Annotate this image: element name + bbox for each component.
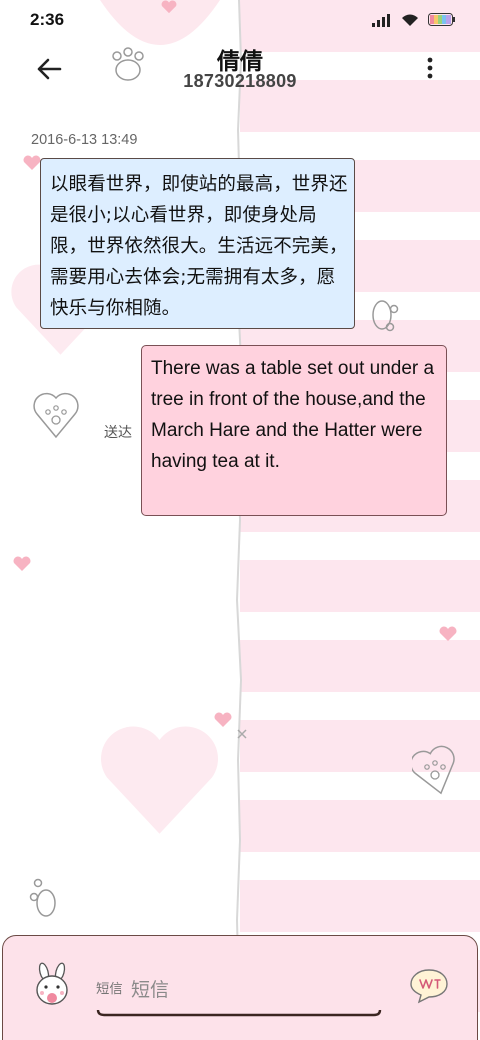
bunny-emoji-icon[interactable] — [30, 962, 74, 1010]
wifi-icon — [402, 14, 418, 26]
delivery-status: 送达 — [104, 425, 132, 441]
heart-decoration-icon — [23, 155, 41, 170]
paw-heart-icon — [33, 392, 79, 439]
paw-print-icon — [29, 878, 56, 917]
background-stripes — [240, 0, 480, 1040]
status-bar: 2:36 — [0, 0, 480, 40]
heart-decoration-icon — [13, 556, 31, 571]
more-options-button[interactable] — [420, 56, 440, 82]
battery-icon — [428, 13, 455, 26]
message-input-placeholder: 短信 — [131, 979, 170, 1001]
signal-icon — [372, 13, 390, 27]
incoming-message-bubble[interactable]: 以眼看世界，即使站的最高，世界还是很小;以心看世界，即使身处局限，世界依然很大。… — [40, 158, 355, 329]
heart-decoration-icon — [100, 726, 219, 834]
paw-heart-icon — [412, 745, 455, 795]
paw-print-icon — [372, 300, 399, 332]
message-timestamp: 2016-6-13 13:49 — [31, 132, 138, 148]
status-time: 2:36 — [30, 10, 65, 29]
contact-phone-number: 18730218809 — [183, 71, 297, 91]
heart-decoration-icon — [439, 626, 457, 641]
torn-paper-edge — [235, 0, 243, 1040]
cross-mark-icon — [237, 729, 247, 739]
input-underline — [96, 1009, 382, 1017]
send-button[interactable] — [409, 968, 449, 1004]
outgoing-message-bubble[interactable]: There was a table set out under a tree i… — [141, 345, 447, 516]
